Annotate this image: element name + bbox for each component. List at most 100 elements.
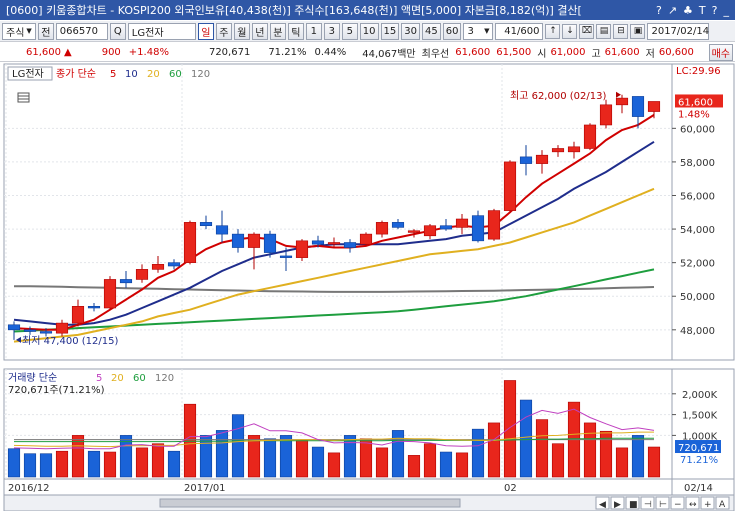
volume-ma-legend-item[interactable]: 5 <box>96 373 102 384</box>
tab-period-minute[interactable]: 분 <box>269 22 286 40</box>
interval-1-button[interactable]: 1 <box>305 22 322 40</box>
volume-bar[interactable] <box>151 443 165 478</box>
chart-scrollbar-thumb[interactable] <box>159 498 461 508</box>
volume-bar[interactable] <box>375 447 389 478</box>
tab-period-month[interactable]: 월 <box>233 22 250 40</box>
interval-15-button[interactable]: 15 <box>380 22 400 40</box>
volume-bar[interactable] <box>423 443 437 478</box>
search-icon[interactable]: Q <box>109 22 126 40</box>
volume-bar[interactable] <box>647 446 661 478</box>
link-icon[interactable]: ↗ <box>668 4 677 17</box>
tab-period-tick[interactable]: 틱 <box>287 22 304 40</box>
volume-bar[interactable] <box>167 450 181 478</box>
candle-body[interactable] <box>407 230 421 233</box>
candle-body[interactable] <box>135 269 149 280</box>
list-icon[interactable]: ▤ <box>596 23 612 39</box>
candle-body[interactable] <box>647 101 661 112</box>
interval-45-button[interactable]: 45 <box>422 22 441 40</box>
volume-bar[interactable] <box>391 430 405 478</box>
candle-body[interactable] <box>423 225 437 237</box>
ma-legend-item[interactable]: 5 <box>110 69 116 80</box>
candle-body[interactable] <box>39 331 53 334</box>
interval-60-button[interactable]: 60 <box>442 22 462 40</box>
volume-bar[interactable] <box>519 399 533 478</box>
volume-bar[interactable] <box>183 403 197 478</box>
clear-icon[interactable]: ⌧ <box>579 23 595 39</box>
volume-bar[interactable] <box>23 453 37 478</box>
candle-body[interactable] <box>567 146 581 153</box>
volume-bar[interactable] <box>535 419 549 478</box>
candle-body[interactable] <box>615 97 629 106</box>
candle-body[interactable] <box>391 222 405 228</box>
ma-legend-item[interactable]: 20 <box>147 69 160 80</box>
volume-bar[interactable] <box>135 447 149 478</box>
stock-name-field[interactable]: LG전자 <box>127 22 196 40</box>
volume-bar[interactable] <box>455 452 469 478</box>
volume-bar[interactable] <box>439 451 453 478</box>
question-icon[interactable]: ? <box>712 4 718 17</box>
volume-bar[interactable] <box>263 438 277 478</box>
candle-body[interactable] <box>327 242 341 245</box>
volume-bar[interactable] <box>327 452 341 478</box>
date-field[interactable]: 2017/02/14 <box>647 22 710 40</box>
candle-body[interactable] <box>359 233 373 245</box>
candle-body[interactable] <box>119 279 133 284</box>
ma-legend-item[interactable]: 60 <box>169 69 182 80</box>
bar-count-field[interactable]: 41 /600 <box>495 22 544 40</box>
candle-body[interactable] <box>471 215 485 242</box>
volume-bar[interactable] <box>7 448 21 478</box>
volume-bar[interactable] <box>39 453 53 478</box>
volume-ma-legend-item[interactable]: 120 <box>155 373 174 384</box>
interval-30-button[interactable]: 30 <box>401 22 420 40</box>
candle-body[interactable] <box>343 242 357 248</box>
volume-bar[interactable] <box>215 430 229 478</box>
candle-body[interactable] <box>599 104 613 126</box>
candle-body[interactable] <box>199 222 213 227</box>
interval-10-button[interactable]: 10 <box>359 22 379 40</box>
chart-area[interactable]: 최고 62,000 (02/13) 최저 47,400 (12/15) LG전자 … <box>0 63 735 511</box>
candle-body[interactable] <box>295 240 309 258</box>
candle-body[interactable] <box>375 222 389 235</box>
buy-button[interactable]: 매수 <box>708 43 733 61</box>
volume-ma-legend-item[interactable]: 20 <box>111 373 124 384</box>
volume-bar[interactable] <box>231 414 245 478</box>
arrow-up-icon[interactable]: ↑ <box>545 23 561 39</box>
tab-period-day[interactable]: 일 <box>197 22 214 40</box>
volume-bar[interactable] <box>103 451 117 478</box>
volume-bar[interactable] <box>615 447 629 478</box>
volume-ma-legend-item[interactable]: 60 <box>133 373 146 384</box>
candle-body[interactable] <box>23 329 37 332</box>
volume-bar[interactable] <box>295 440 309 478</box>
help-icon[interactable]: ? <box>656 4 662 17</box>
grid-settings-icon[interactable] <box>17 92 30 103</box>
volume-bar[interactable] <box>359 438 373 478</box>
volume-bar[interactable] <box>279 435 293 478</box>
stock-code-input[interactable]: 066570 <box>55 22 108 40</box>
tab-period-week[interactable]: 주 <box>215 22 232 40</box>
candle-body[interactable] <box>279 255 293 258</box>
volume-bar[interactable] <box>407 455 421 478</box>
interval-3-button[interactable]: 3 <box>323 22 340 40</box>
candle-body[interactable] <box>311 240 325 245</box>
candle-body[interactable] <box>167 262 181 267</box>
candle-body[interactable] <box>551 148 565 153</box>
candle-body[interactable] <box>231 233 245 248</box>
window-icon[interactable]: ▣ <box>630 23 646 39</box>
candle-body[interactable] <box>151 264 165 270</box>
arrow-down-icon[interactable]: ↓ <box>562 23 578 39</box>
interval-select[interactable]: 3 ▼ <box>463 22 494 40</box>
candle-body[interactable] <box>455 218 469 228</box>
volume-bar[interactable] <box>311 446 325 478</box>
candle-body[interactable] <box>55 322 69 334</box>
club-icon[interactable]: ♣ <box>683 4 693 17</box>
ma-legend-item[interactable]: 10 <box>125 69 138 80</box>
stock-chart[interactable]: 최고 62,000 (02/13)최저 47,400 (12/15) LG전자 … <box>0 63 735 511</box>
candle-body[interactable] <box>535 154 549 164</box>
candle-body[interactable] <box>263 233 277 253</box>
volume-bar[interactable] <box>87 450 101 478</box>
volume-bar[interactable] <box>343 435 357 478</box>
volume-bar[interactable] <box>247 435 261 478</box>
candle-body[interactable] <box>631 96 645 117</box>
minimize-icon[interactable]: _ <box>724 4 730 17</box>
candle-body[interactable] <box>487 210 501 240</box>
